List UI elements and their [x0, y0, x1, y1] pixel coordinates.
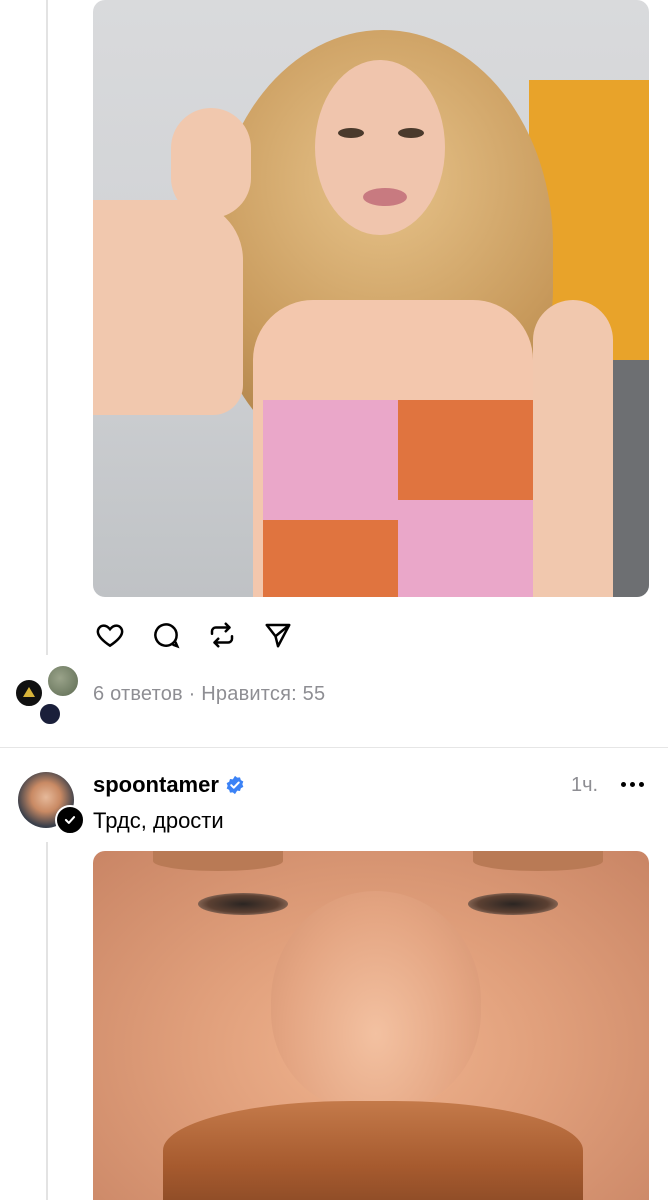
post-time: 1ч.: [571, 774, 599, 796]
repost-button[interactable]: [205, 618, 239, 652]
thread-line: [46, 842, 48, 1200]
author-name[interactable]: spoontamer: [93, 772, 245, 798]
send-icon: [265, 623, 291, 648]
avatar: [38, 702, 62, 726]
author-avatar[interactable]: [18, 772, 85, 835]
threads-feed: 6 ответов · Нравится: 55 spoontamer 1ч. …: [0, 0, 668, 1200]
post-stats: 6 ответов · Нравится: 55: [93, 683, 325, 706]
like-button[interactable]: [93, 618, 127, 652]
repost-icon: [210, 622, 234, 648]
replies-count-link[interactable]: 6 ответов: [93, 683, 183, 705]
avatar: [46, 664, 80, 698]
comment-icon: [154, 623, 180, 649]
share-button[interactable]: [261, 618, 295, 652]
username-text[interactable]: spoontamer: [93, 772, 219, 798]
post-text: Трдс, дрости: [93, 808, 224, 833]
post-image-selfie[interactable]: [93, 0, 649, 597]
follow-check-icon[interactable]: [55, 805, 85, 835]
more-options-button[interactable]: [616, 770, 648, 798]
post-image-face[interactable]: [93, 851, 649, 1200]
likes-count-link[interactable]: Нравится: 55: [201, 683, 325, 705]
post-divider: [0, 747, 668, 748]
heart-icon: [96, 624, 124, 648]
avatar: [14, 678, 44, 708]
separator: ·: [188, 683, 196, 705]
reply-button[interactable]: [149, 618, 183, 652]
more-horizontal-icon: [620, 781, 626, 787]
verified-badge-icon: [226, 775, 244, 795]
post-actions: [93, 617, 295, 653]
thread-line: [46, 0, 48, 655]
reply-avatars[interactable]: [14, 664, 80, 726]
